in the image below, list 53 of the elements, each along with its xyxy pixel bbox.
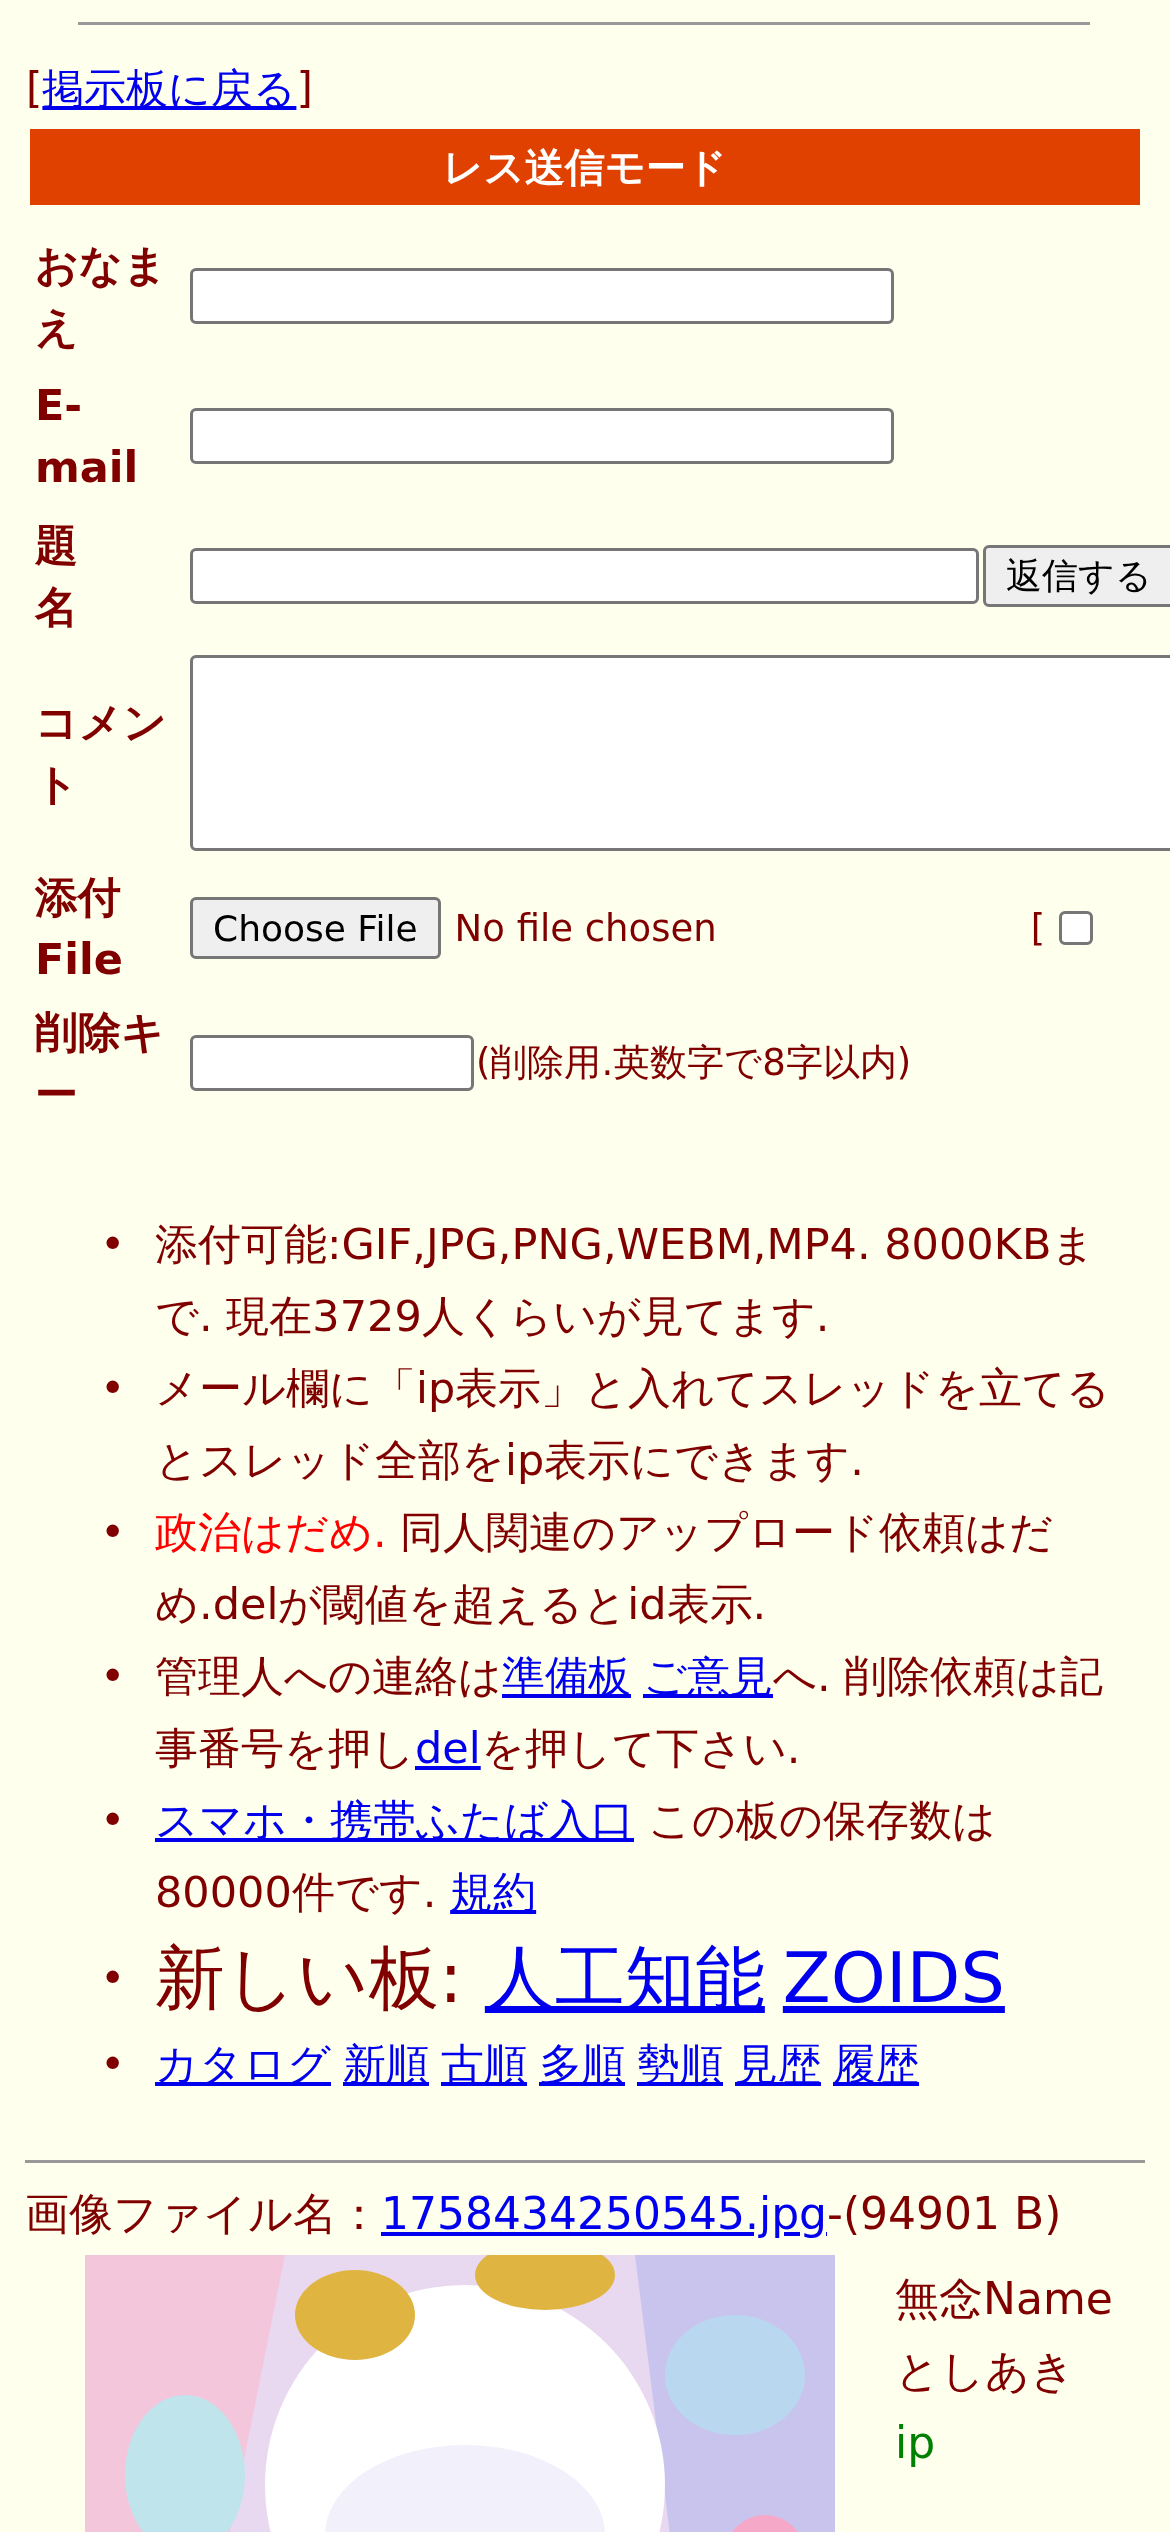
bullet: • bbox=[100, 1218, 127, 1271]
bullet: • bbox=[100, 1650, 127, 1703]
field-label: おなまえ bbox=[35, 238, 168, 354]
bullet: • bbox=[100, 2038, 127, 2091]
file-info: 画像ファイル名：1758434250545.jpg-(94901 B) bbox=[25, 2187, 1063, 2241]
reply-button[interactable]: 返信する bbox=[983, 544, 1170, 607]
notice-text: 管理人への連絡は準備板 ご意見へ. 削除依頼は記事番号を押し del を押して下さい. bbox=[155, 1650, 1105, 1775]
post-subject: 無念Name bbox=[895, 2272, 1114, 2326]
notice-text: 政治はだめ. 同人関連のアップロード依頼はだめ.delが閾値を超えるとid表示. bbox=[155, 1506, 1055, 1631]
text-field[interactable] bbox=[190, 547, 979, 604]
bracket: [ bbox=[1030, 906, 1046, 950]
choose-file-button[interactable]: Choose File bbox=[190, 897, 441, 959]
bullet: • bbox=[100, 1794, 127, 1847]
notice-text: 新しい板: 人工知能 ZOIDS bbox=[155, 1936, 1006, 2021]
text-link[interactable]: del bbox=[415, 1723, 481, 1773]
delete-key-field[interactable] bbox=[190, 1035, 474, 1091]
notice-text: スマホ・携帯ふたば入口 この板の保存数は80000件です. 規約 bbox=[155, 1794, 997, 1919]
bullet: • bbox=[100, 1952, 127, 2005]
field-label: 削除キー bbox=[35, 1006, 166, 1121]
field-label: 添付File bbox=[35, 871, 124, 986]
field-hint: (削除用.英数字で8字以内) bbox=[476, 1040, 912, 1086]
text-link[interactable]: 古順 bbox=[441, 2039, 527, 2089]
bullet: • bbox=[100, 1362, 127, 1415]
field-label: E-mail bbox=[35, 378, 140, 494]
file-link[interactable]: 1758434250545.jpg bbox=[381, 2188, 827, 2239]
notice-text: 添付可能:GIF,JPG,PNG,WEBM,MP4. 8000KBまで. 現在3729人くらいが見てます. bbox=[155, 1218, 1097, 1343]
text-link[interactable]: 勢順 bbox=[637, 2039, 723, 2089]
notice-text: メール欄に「ip表示」と入れてスレッドを立てるとスレッド全部をip表示にできます. bbox=[155, 1362, 1112, 1487]
text-link[interactable]: 準備板 bbox=[502, 1651, 631, 1701]
file-status: No file chosen bbox=[454, 906, 717, 950]
form-title-bar: レス送信モード bbox=[30, 129, 1140, 205]
bullet: • bbox=[100, 1506, 127, 1559]
checkbox[interactable] bbox=[1059, 911, 1094, 945]
bracket: ] bbox=[296, 63, 313, 115]
text-link[interactable]: カタログ bbox=[155, 2039, 331, 2089]
text-link[interactable]: 多順 bbox=[539, 2039, 625, 2089]
text-link[interactable]: 規約 bbox=[450, 1867, 537, 1917]
text-link[interactable]: ZOIDS bbox=[782, 1937, 1005, 2019]
text-link[interactable]: 新順 bbox=[343, 2039, 429, 2089]
poster-name: としあき bbox=[895, 2345, 1075, 2396]
back-link[interactable]: 掲示板に戻る bbox=[42, 63, 297, 115]
text-link[interactable]: 見歴 bbox=[735, 2039, 821, 2089]
text-link[interactable]: スマホ・携帯ふたば入口 bbox=[155, 1795, 634, 1845]
text-link[interactable]: 履歴 bbox=[833, 2039, 919, 2089]
comment-field[interactable] bbox=[190, 655, 1170, 851]
field-label: コメント bbox=[35, 696, 168, 811]
bracket: [ bbox=[26, 63, 43, 115]
field-label: 題名 bbox=[35, 518, 79, 634]
text-field[interactable] bbox=[190, 267, 894, 324]
ip-label: ip bbox=[895, 2417, 936, 2468]
text-link[interactable]: ご意見 bbox=[643, 1651, 773, 1701]
text-link[interactable]: 人工知能 bbox=[484, 1937, 765, 2019]
text-field[interactable] bbox=[190, 407, 894, 464]
